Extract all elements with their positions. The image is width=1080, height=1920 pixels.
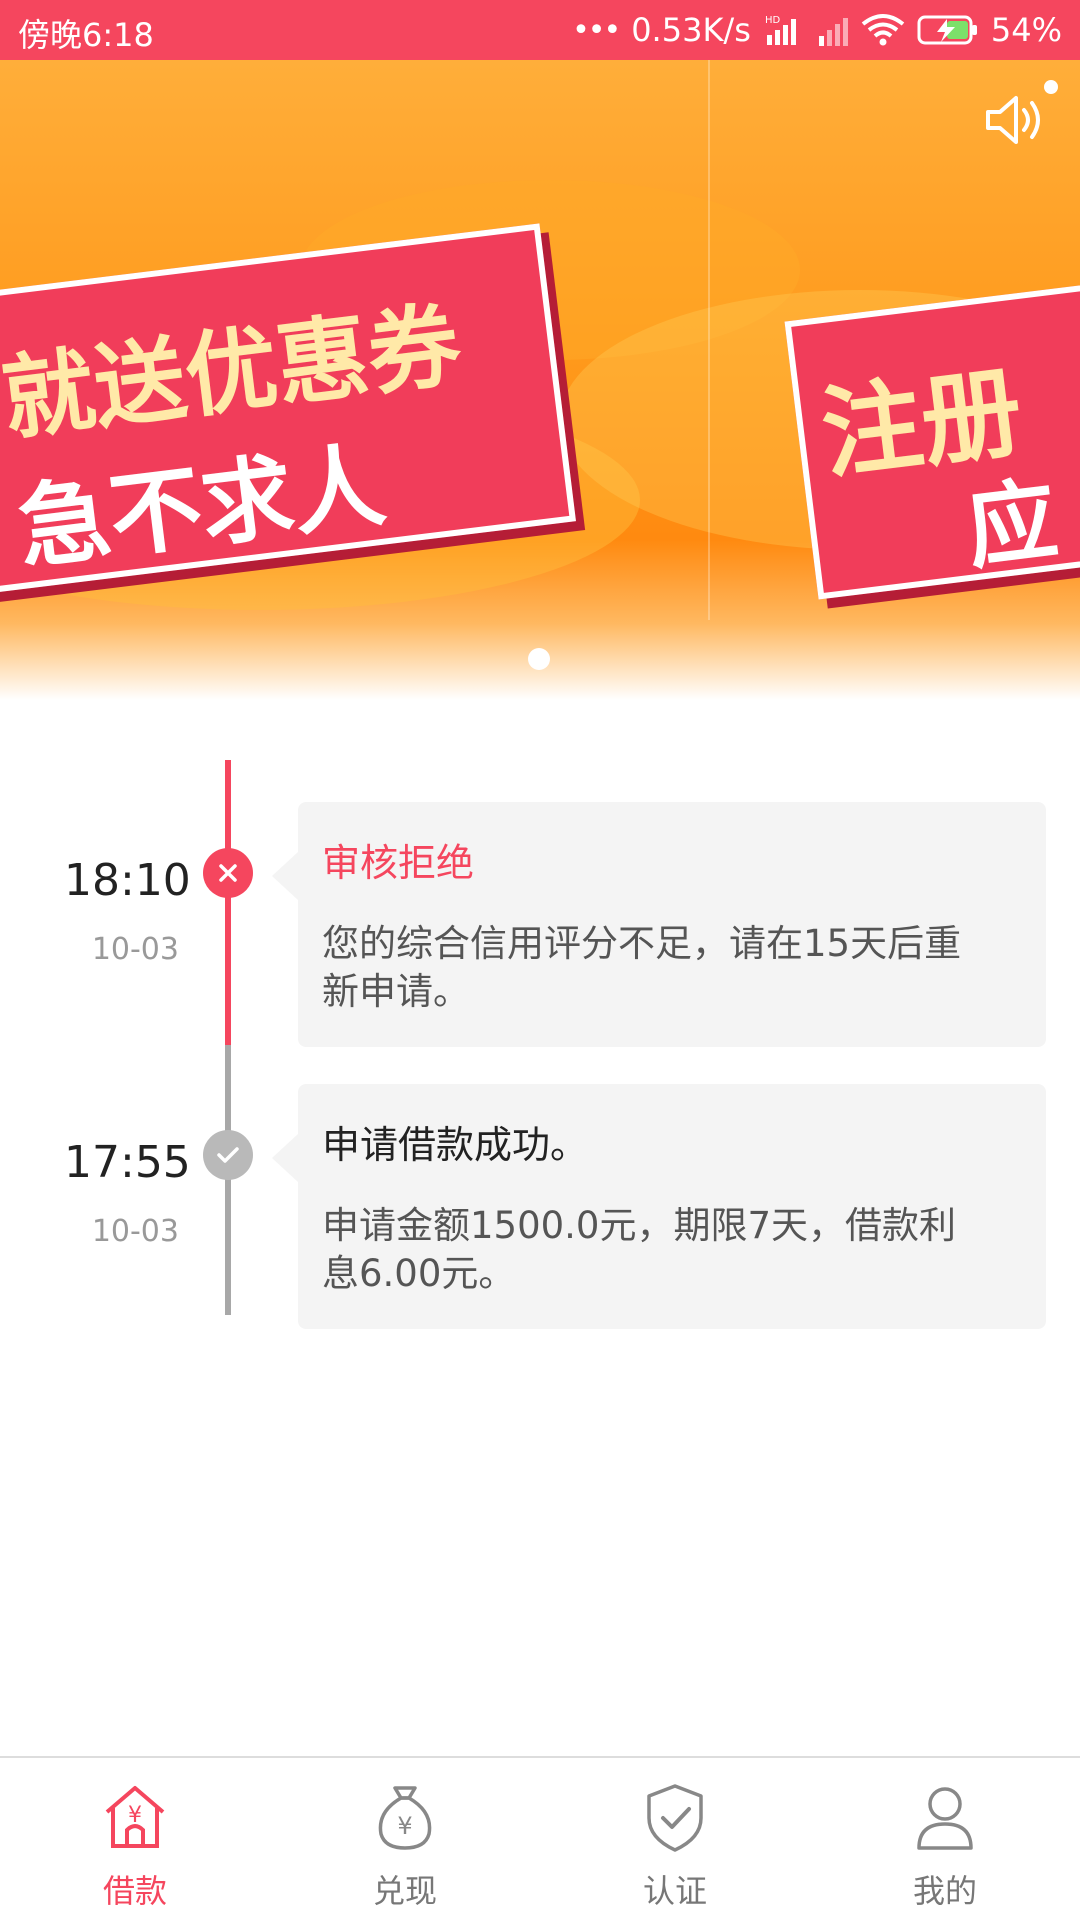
sound-icon[interactable]	[982, 90, 1052, 150]
entry-card: 申请借款成功。 申请金额1500.0元，期限7天，借款利息6.00元。	[272, 1084, 1046, 1329]
timeline-entry: 17:55 10-03 申请借款成功。 申请金额1500.0元，期限7天，借款利…	[0, 1042, 1080, 1329]
entry-title: 审核拒绝	[322, 841, 475, 885]
entry-body: 申请金额1500.0元，期限7天，借款利息6.00元。	[322, 1204, 957, 1295]
bottom-nav: ¥ 借款 ¥ 兑现 认证 我的	[0, 1756, 1080, 1920]
user-profile-icon	[905, 1776, 985, 1856]
entry-time: 18:10	[64, 855, 191, 906]
status-right: ••• 0.53K/s HD 54%	[560, 9, 1062, 51]
carousel-page-indicator	[528, 648, 550, 670]
banner-next-subheadline: 应	[960, 467, 1064, 583]
nav-label: 借款	[102, 1872, 167, 1910]
nav-item-loan[interactable]: ¥ 借款	[0, 1758, 270, 1920]
nav-label: 兑现	[372, 1872, 437, 1910]
wifi-icon	[861, 13, 905, 47]
entry-time: 17:55	[64, 1137, 191, 1188]
nav-item-mine[interactable]: 我的	[810, 1758, 1080, 1920]
promo-banner-carousel[interactable]: 就送优惠券 急不求人 注册 应	[0, 60, 1080, 700]
entry-body: 您的综合信用评分不足，请在15天后重新申请。	[322, 922, 962, 1013]
shield-check-icon	[635, 1776, 715, 1856]
entry-title: 申请借款成功。	[322, 1123, 589, 1167]
entry-card: 审核拒绝 您的综合信用评分不足，请在15天后重新申请。	[272, 802, 1046, 1047]
notification-dot	[1044, 80, 1058, 94]
signal-icon: HD	[763, 13, 805, 47]
battery-charging-icon	[917, 14, 979, 46]
signal-icon-2	[817, 14, 849, 46]
nav-item-cashout[interactable]: ¥ 兑现	[270, 1758, 540, 1920]
check-circle-icon	[203, 1130, 253, 1180]
slide-divider	[708, 60, 710, 620]
nav-label: 认证	[642, 1872, 707, 1910]
svg-text:¥: ¥	[128, 1803, 142, 1828]
banner-ribbon-next: 注册 应	[784, 270, 1080, 600]
nav-label: 我的	[912, 1872, 977, 1910]
timeline-entry: 18:10 10-03 审核拒绝 您的综合信用评分不足，请在15天后重新申请。	[0, 760, 1080, 1047]
svg-text:¥: ¥	[397, 1812, 412, 1840]
network-tag: HD	[765, 15, 781, 26]
money-bag-yen-icon: ¥	[365, 1776, 445, 1856]
loan-house-yen-icon: ¥	[95, 1776, 175, 1856]
nav-item-verify[interactable]: 认证	[540, 1758, 810, 1920]
entry-date: 10-03	[91, 1214, 179, 1249]
battery-percent: 54%	[990, 11, 1062, 49]
close-circle-icon	[203, 848, 253, 898]
status-bar: 傍晚6:18 ••• 0.53K/s HD 54%	[0, 0, 1080, 60]
entry-date: 10-03	[91, 932, 179, 967]
net-speed: 0.53K/s	[631, 11, 751, 49]
more-dots: •••	[572, 12, 621, 48]
status-time: 傍晚6:18	[18, 16, 154, 54]
